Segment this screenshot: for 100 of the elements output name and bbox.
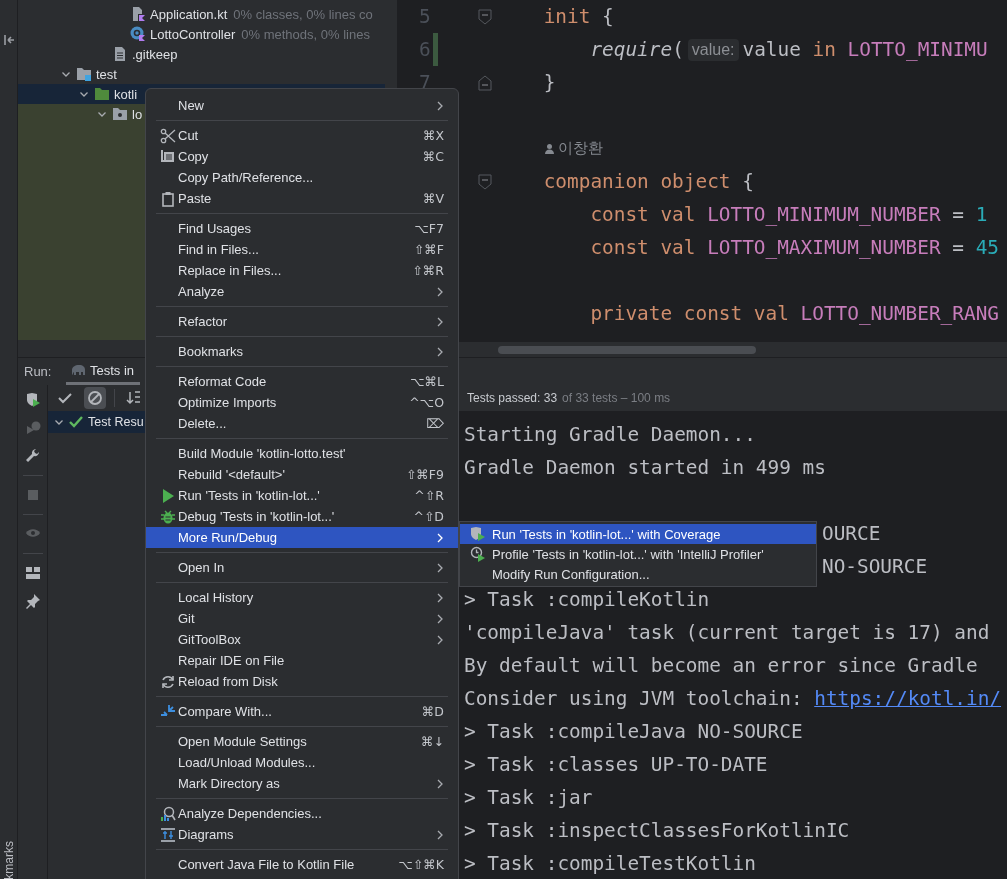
code-text: private const val LOTTO_NUMBER_RANG <box>590 302 999 325</box>
parameter-hint: value: <box>687 38 739 61</box>
menu-item[interactable]: Repair IDE on File <box>152 650 452 671</box>
shortcut-text: ⌘V <box>422 191 444 206</box>
scrollbar-thumb[interactable] <box>498 345 756 354</box>
diagram-icon <box>160 826 176 843</box>
tree-item[interactable]: test <box>18 64 385 84</box>
console-line: Gradle Daemon started in 499 ms <box>464 456 826 479</box>
console-link[interactable]: https://kotl.in/ <box>814 687 1002 710</box>
menu-item[interactable]: Build Module 'kotlin-lotto.test' <box>152 443 452 464</box>
menu-item[interactable]: Paste ⌘V <box>152 188 452 209</box>
fold-marker-icon[interactable] <box>478 74 492 91</box>
menu-item[interactable]: Copy Path/Reference... <box>152 167 452 188</box>
menu-item[interactable]: Load/Unload Modules... <box>152 752 452 773</box>
console-line: Starting Gradle Daemon... <box>464 423 756 446</box>
code-text: value in LOTTO_MINIMU <box>742 38 988 61</box>
menu-item[interactable]: Cut ⌘X <box>152 125 452 146</box>
analyze-icon <box>160 805 176 822</box>
menu-item[interactable]: Bookmarks <box>152 341 452 362</box>
shortcut-text: ⌘↓ <box>421 734 444 749</box>
menu-item[interactable]: Refactor <box>152 311 452 332</box>
menu-item[interactable]: Open Module Settings ⌘↓ <box>152 731 452 752</box>
fold-marker-icon[interactable] <box>478 8 492 25</box>
tests-passed-text: Tests passed: 33 <box>467 391 558 405</box>
scissors-icon <box>160 127 176 144</box>
menu-item[interactable]: Rebuild '<default>' ⇧⌘F9 <box>152 464 452 485</box>
kotlin-file-icon <box>130 6 146 22</box>
menu-item[interactable]: Modify Run Configuration... <box>460 564 816 584</box>
coverage-text: 0% methods, 0% lines <box>241 26 370 42</box>
shortcut-text: ⇧⌘R <box>412 263 444 278</box>
reload-icon <box>160 673 176 690</box>
tree-item[interactable]: .gitkeep <box>18 44 385 64</box>
menu-item[interactable]: Analyze Dependencies... <box>152 803 452 824</box>
menu-item[interactable]: Run 'Tests in 'kotlin-lot...' with Coverage <box>460 524 816 544</box>
menu-item[interactable]: New <box>152 95 452 116</box>
code-text: const val LOTTO_MAXIMUM_NUMBER = 45 <box>590 236 999 259</box>
menu-item[interactable]: Delete... ⌦ <box>152 413 452 434</box>
menu-item[interactable]: Reformat Code ⌥⌘L <box>152 371 452 392</box>
menu-item[interactable]: Convert Java File to Kotlin File ⌥⇧⌘K <box>152 854 452 875</box>
tree-item[interactable]: Application.kt 0% classes, 0% lines co <box>18 4 385 24</box>
console-line: > Task :inspectClassesForKotlinIC <box>464 819 850 842</box>
run-tab[interactable]: Tests in <box>66 358 141 385</box>
menu-item[interactable]: Find Usages ⌥F7 <box>152 218 452 239</box>
copy-icon <box>160 148 176 165</box>
chevron-down-icon[interactable] <box>54 417 64 427</box>
shortcut-text: ⇧⌘F9 <box>405 467 444 482</box>
console-line: > Task :classes UP-TO-DATE <box>464 753 768 776</box>
structure-icon[interactable] <box>2 34 15 46</box>
shortcut-text: ⌥⌘L <box>410 374 444 389</box>
menu-item[interactable]: More Run/Debug <box>146 527 458 548</box>
tests-total-text: of 33 tests – 100 ms <box>562 391 671 405</box>
layout-icon[interactable] <box>23 564 42 582</box>
menu-item[interactable]: Reload from Disk <box>152 671 452 692</box>
coverage-run-icon <box>470 526 486 542</box>
menu-item[interactable]: Optimize Imports ^⌥O <box>152 392 452 413</box>
shortcut-text: ^⌥O <box>409 395 444 410</box>
author-name[interactable]: 이창환 <box>557 139 603 158</box>
menu-item[interactable]: Local History <box>152 587 452 608</box>
console-line: > Task :compileTestKotlin <box>464 852 756 875</box>
menu-item[interactable]: Copy ⌘C <box>152 146 452 167</box>
show-ignored-icon[interactable] <box>84 387 106 409</box>
console-line: Consider using JVM toolchain: <box>464 687 804 710</box>
console-line: NO-SOURCE <box>822 555 928 578</box>
menu-item[interactable]: Debug 'Tests in 'kotlin-lot...' ^⇧D <box>152 506 452 527</box>
menu-item[interactable]: Run 'Tests in 'kotlin-lot...' ^⇧R <box>152 485 452 506</box>
menu-item[interactable]: Git <box>152 608 452 629</box>
folder-icon <box>76 66 92 82</box>
menu-item[interactable]: Compare With... ⌘D <box>152 701 452 722</box>
console-line: > Task :jar <box>464 786 593 809</box>
console-line: 'compileJava' task (current target is 17) and <box>464 621 990 644</box>
run-label: Run: <box>23 363 53 381</box>
console-line: By default will become an error since Gradle <box>464 654 978 677</box>
shortcut-text: ⇧⌘F <box>413 242 444 257</box>
shortcut-text: ^⇧R <box>414 488 444 503</box>
menu-item[interactable]: GitToolBox <box>152 629 452 650</box>
fold-marker-icon[interactable] <box>478 173 492 190</box>
bug-icon <box>160 508 176 525</box>
menu-item[interactable]: Analyze <box>152 281 452 302</box>
menu-item[interactable]: Open In <box>152 557 452 578</box>
profiler-icon <box>470 546 486 562</box>
code-text: } <box>543 71 556 94</box>
menu-item[interactable]: Profile 'Tests in 'kotlin-lot...' with 'IntelliJ Profiler' <box>460 544 816 564</box>
class-icon <box>130 26 146 42</box>
menu-item[interactable]: Replace in Files... ⇧⌘R <box>152 260 452 281</box>
shortcut-text: ⌘C <box>422 149 444 164</box>
shortcut-text: ⌥⇧⌘K <box>398 857 444 872</box>
tree-item[interactable]: LottoController 0% methods, 0% lines <box>18 24 385 44</box>
package-icon <box>112 106 128 122</box>
shortcut-text: ⌘D <box>421 704 444 719</box>
console-line: > Task :compileKotlin <box>464 588 710 611</box>
shortcut-text: ⌥F7 <box>414 221 444 236</box>
code-text: companion object { <box>543 170 754 193</box>
menu-item[interactable]: Diagrams <box>152 824 452 845</box>
menu-item[interactable]: Find in Files... ⇧⌘F <box>152 239 452 260</box>
shortcut-text: ⌦ <box>426 416 444 431</box>
elephant-icon <box>70 364 86 376</box>
menu-item[interactable]: Mark Directory as <box>152 773 452 794</box>
clipboard-icon <box>160 190 176 207</box>
play-icon <box>160 487 176 504</box>
code-text: init { <box>543 5 614 28</box>
